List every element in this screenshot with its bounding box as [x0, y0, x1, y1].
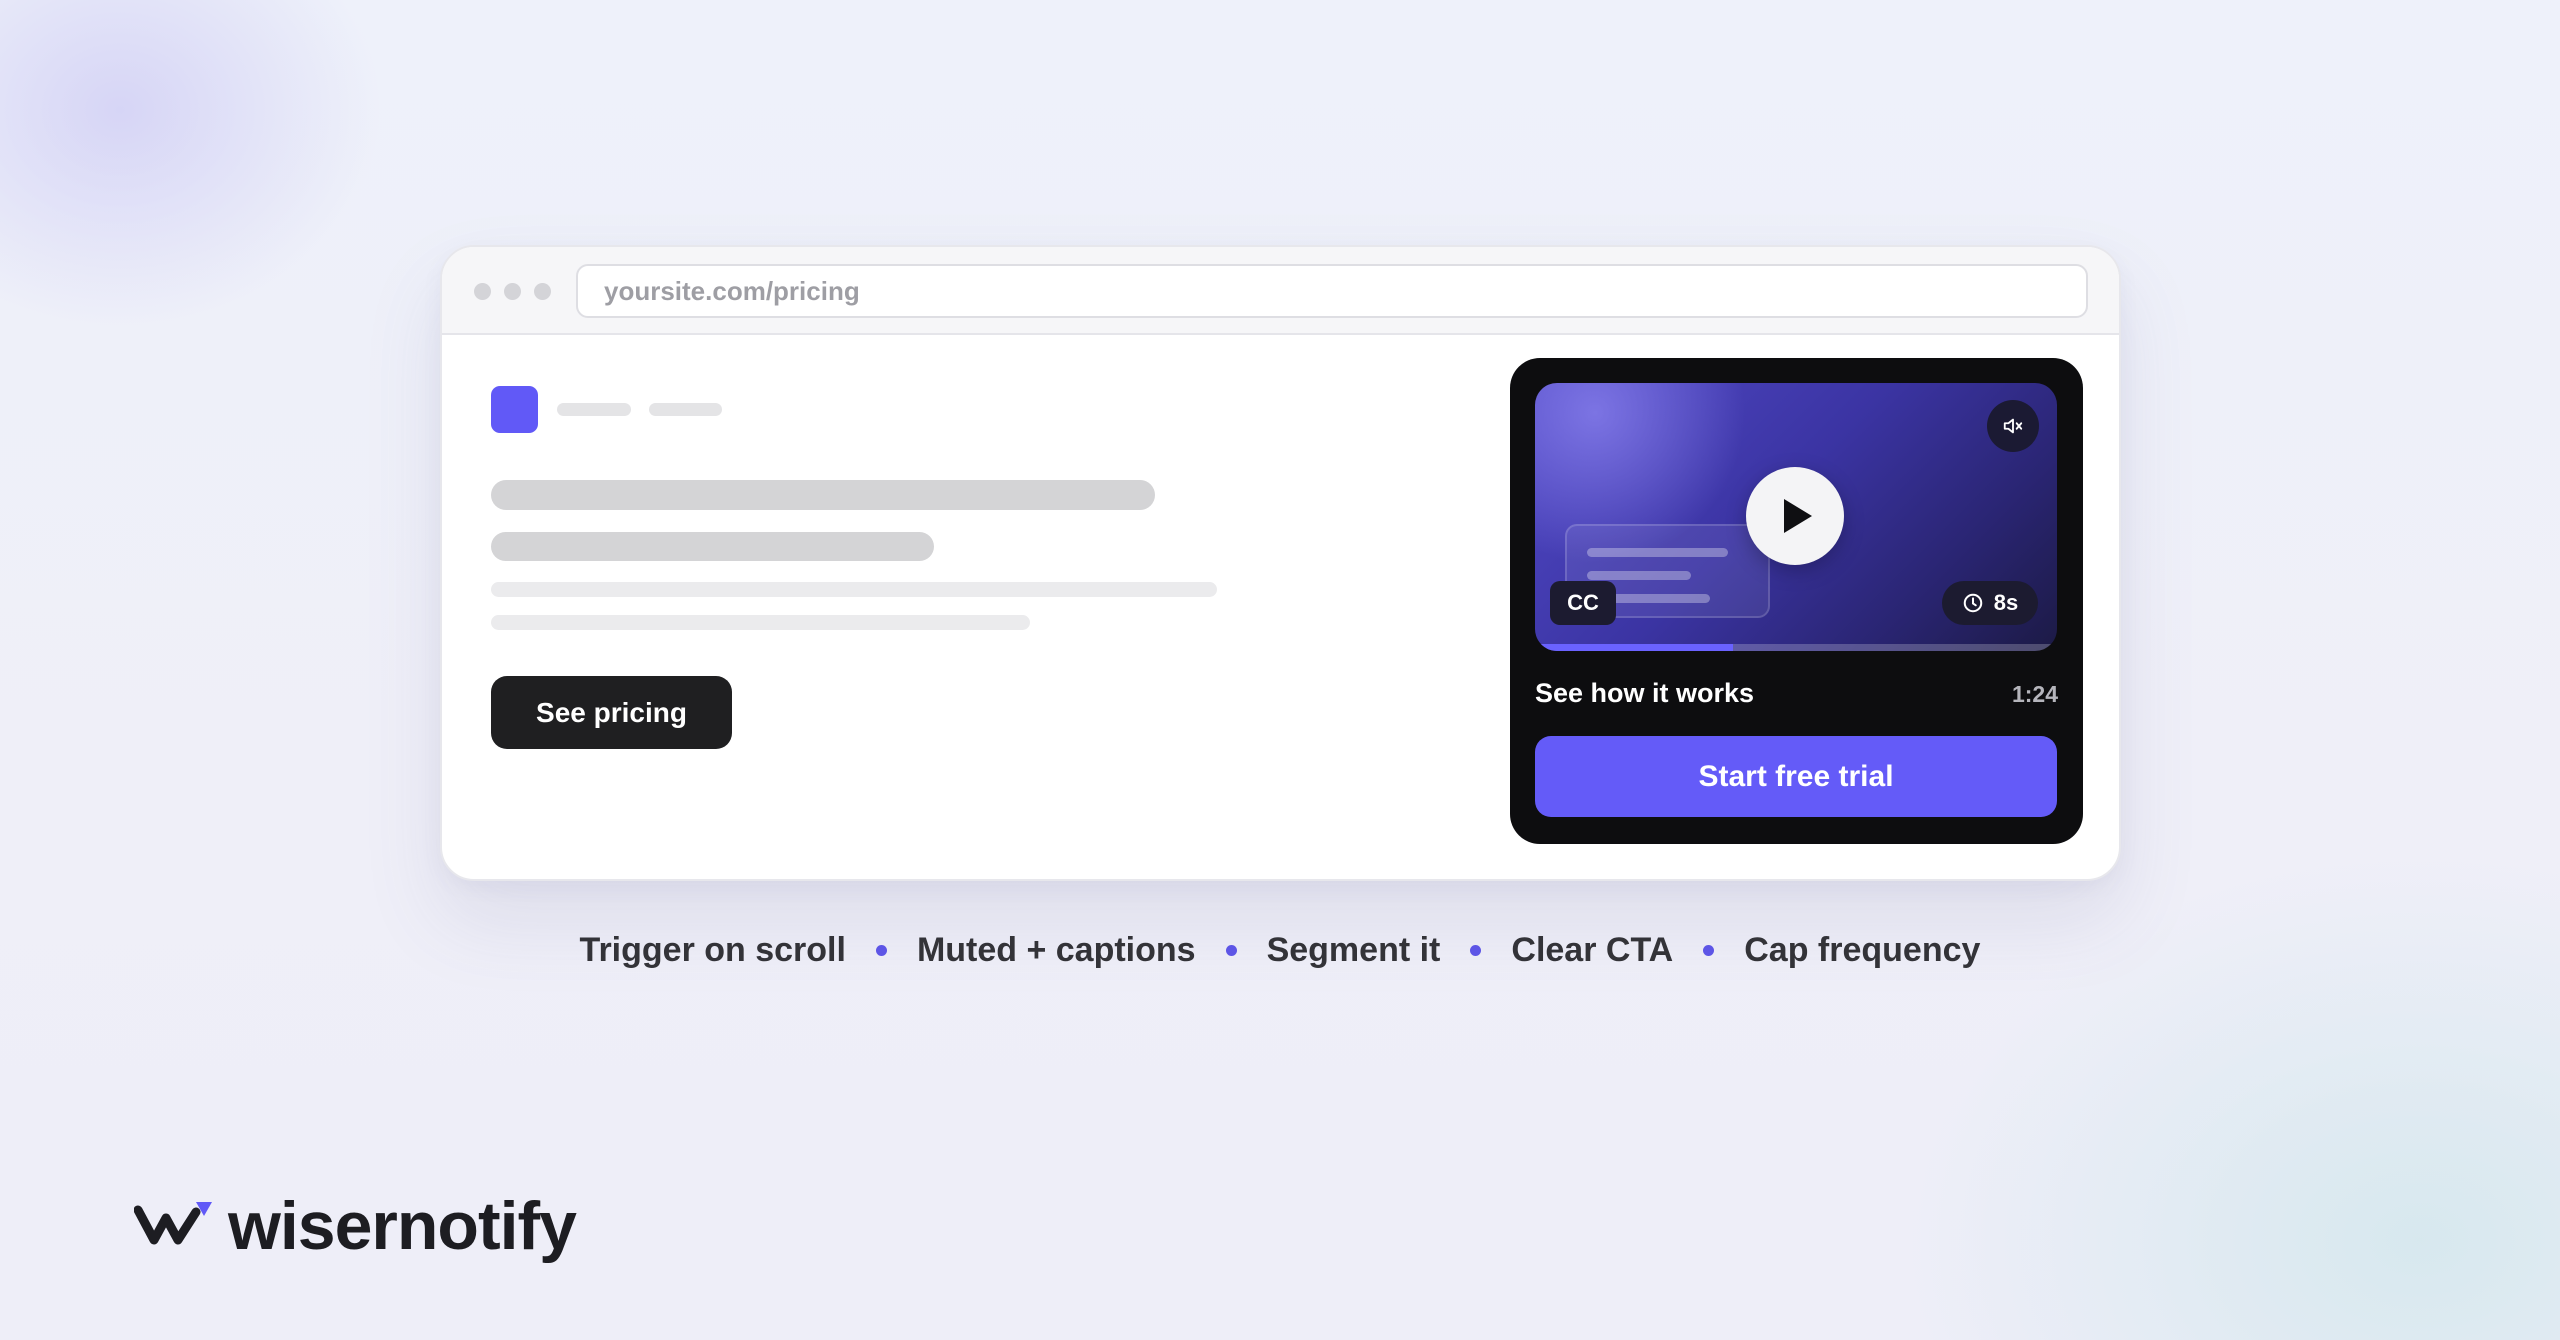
play-icon	[1784, 499, 1812, 533]
window-control-dot	[534, 283, 551, 300]
nav-placeholder	[557, 403, 631, 416]
see-pricing-button[interactable]: See pricing	[491, 676, 732, 749]
wisernotify-logo-icon	[134, 1202, 212, 1245]
thumbnail-line	[1587, 548, 1728, 557]
brand-logo: wisernotify	[134, 1186, 577, 1266]
nav-placeholder	[649, 403, 722, 416]
feature-item: Trigger on scroll	[579, 930, 846, 969]
separator-dot	[1703, 944, 1715, 956]
mute-toggle-button[interactable]	[1987, 400, 2039, 452]
feature-item: Muted + captions	[916, 930, 1196, 969]
feature-item: Cap frequency	[1744, 930, 1981, 969]
captions-badge[interactable]: CC	[1550, 581, 1616, 625]
thumbnail-line	[1587, 571, 1691, 580]
site-logo-placeholder	[491, 386, 538, 433]
video-popup-widget: CC 8s See how it works 1:24 Start free t…	[1510, 358, 2083, 844]
countdown-badge: 8s	[1942, 581, 2038, 625]
countdown-value: 8s	[1993, 590, 2019, 615]
play-button[interactable]	[1746, 467, 1844, 565]
headline-placeholder	[491, 480, 1155, 510]
window-control-dot	[474, 283, 491, 300]
video-progress-bar[interactable]	[1535, 644, 2057, 651]
separator-dot	[875, 944, 887, 956]
text-placeholder	[491, 582, 1217, 597]
browser-toolbar: yoursite.com/pricing	[442, 247, 2119, 335]
separator-dot	[1470, 944, 1482, 956]
feature-item: Clear CTA	[1511, 930, 1674, 969]
video-player[interactable]: CC 8s	[1535, 383, 2057, 651]
brand-name: wisernotify	[228, 1188, 577, 1264]
feature-list: Trigger on scroll Muted + captions Segme…	[0, 925, 2560, 975]
clock-icon	[1963, 593, 1983, 613]
headline-placeholder	[491, 532, 934, 561]
text-placeholder	[491, 615, 1030, 630]
start-free-trial-button[interactable]: Start free trial	[1535, 736, 2057, 817]
video-duration: 1:24	[2011, 681, 2058, 707]
address-bar[interactable]: yoursite.com/pricing	[576, 264, 2088, 318]
separator-dot	[1225, 944, 1237, 956]
video-title: See how it works	[1535, 678, 1755, 708]
window-control-dot	[504, 283, 521, 300]
video-progress-fill	[1535, 644, 1734, 651]
feature-item: Segment it	[1266, 930, 1441, 969]
muted-speaker-icon	[2003, 418, 2023, 434]
